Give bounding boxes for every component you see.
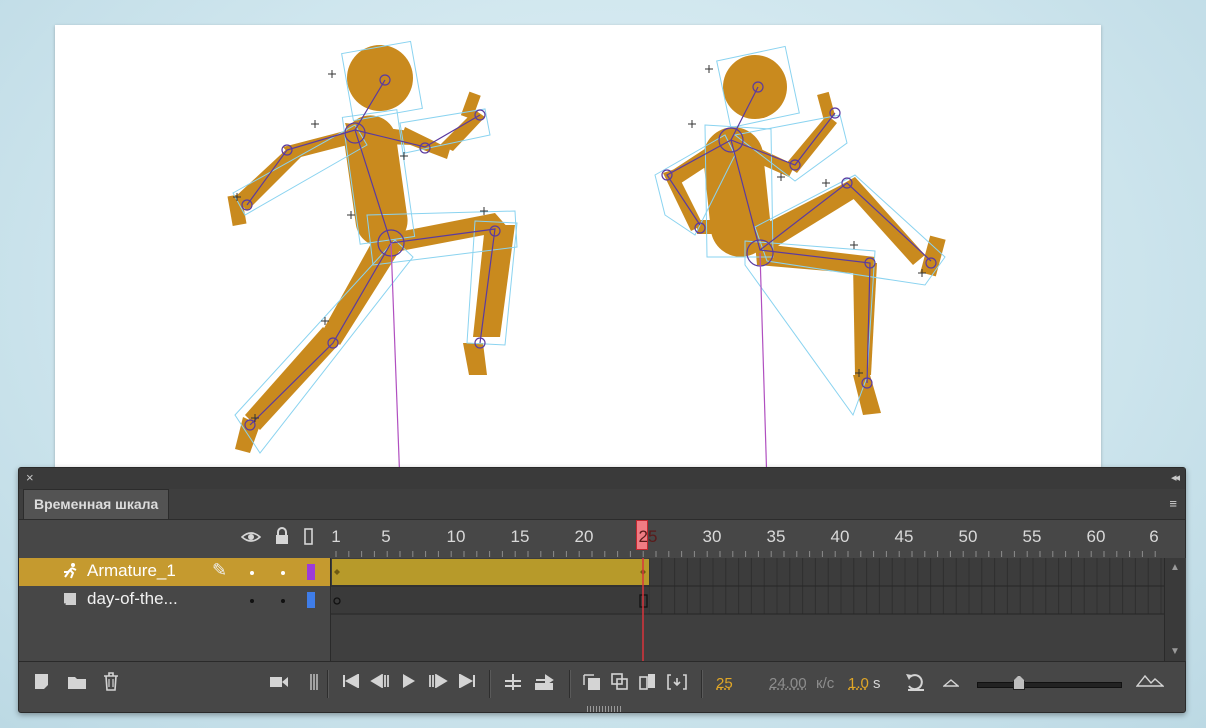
zoom-out-icon[interactable] — [943, 678, 959, 688]
outline-icon[interactable] — [304, 528, 314, 546]
ruler-label: 5 — [381, 527, 391, 546]
scroll-down-icon[interactable]: ▼ — [1170, 646, 1180, 657]
layer-name[interactable]: Armature_1 — [87, 561, 176, 581]
ruler-label: 6 — [1149, 527, 1159, 546]
elapsed-time-unit: s — [873, 675, 881, 692]
panel-titlebar: × ◂◂ — [19, 468, 1185, 490]
ruler-label: 45 — [894, 527, 914, 546]
divider — [489, 670, 491, 698]
frame-ruler[interactable]: 1 5 10 15 20 25 30 35 40 45 50 55 60 6 — [330, 520, 1163, 558]
visibility-dot[interactable] — [250, 571, 254, 575]
onion-skin-icon[interactable] — [582, 673, 602, 691]
zoom-slider-handle[interactable] — [1013, 675, 1025, 690]
new-layer-icon[interactable] — [33, 672, 51, 690]
ruler-label: 1 — [331, 527, 341, 546]
modify-markers-icon[interactable] — [667, 673, 687, 693]
lock-dot[interactable] — [281, 599, 285, 603]
frame-rate-unit: к/с — [816, 675, 835, 692]
layer-depth-icon[interactable] — [309, 673, 319, 691]
frame-rate-field[interactable]: 24.00 — [769, 675, 807, 692]
stage-canvas[interactable] — [55, 25, 1101, 485]
static-layer-span[interactable] — [332, 587, 649, 613]
armature-figures — [227, 40, 946, 485]
timeline-panel: × ◂◂ Временная шкала ≡ 1 5 10 15 20 25 3… — [18, 467, 1186, 713]
go-to-last-frame-icon[interactable] — [458, 674, 476, 688]
divider — [701, 670, 703, 698]
resize-grip[interactable] — [587, 706, 621, 712]
loop-icon[interactable] — [534, 673, 556, 691]
current-frame-field[interactable]: 25 — [716, 675, 733, 692]
layer-row-armature[interactable]: Armature_1 ✎ — [19, 558, 330, 586]
camera-icon[interactable] — [269, 675, 289, 689]
lock-icon[interactable] — [274, 527, 290, 545]
collapse-panel-button[interactable]: ◂◂ — [1171, 471, 1180, 484]
close-panel-button[interactable]: × — [26, 470, 34, 485]
center-frame-icon[interactable] — [503, 673, 523, 691]
play-icon[interactable] — [401, 673, 417, 689]
ruler-label: 30 — [702, 527, 722, 546]
step-forward-icon[interactable] — [428, 674, 448, 688]
layer-page-icon — [64, 593, 76, 605]
new-folder-icon[interactable] — [67, 674, 87, 690]
lock-dot[interactable] — [281, 571, 285, 575]
ruler-label-current: 25 — [638, 527, 658, 546]
layer-row-day-of-the[interactable]: day-of-the... — [19, 586, 330, 614]
ruler-label: 55 — [1022, 527, 1042, 546]
ruler-label: 40 — [830, 527, 850, 546]
ruler-label: 10 — [446, 527, 466, 546]
zoom-slider[interactable] — [977, 682, 1122, 688]
ruler-label: 15 — [510, 527, 530, 546]
panel-menu-icon[interactable]: ≡ — [1169, 496, 1177, 511]
scroll-up-icon[interactable]: ▲ — [1170, 562, 1180, 573]
timeline-toolbar: 25 24.00 к/с 1.0 s — [19, 661, 1185, 706]
pencil-icon: ✎ — [212, 560, 228, 580]
panel-tabs: Временная шкала ≡ — [19, 489, 1185, 520]
armature-runner-icon — [64, 563, 77, 579]
layer-color-swatch[interactable] — [307, 592, 315, 608]
layer-name[interactable]: day-of-the... — [87, 589, 178, 609]
layer-color-swatch[interactable] — [307, 564, 315, 580]
go-to-first-frame-icon[interactable] — [342, 674, 360, 688]
divider — [327, 670, 329, 698]
ruler-label: 60 — [1086, 527, 1106, 546]
frames-grid[interactable] — [330, 558, 1165, 661]
vertical-scrollbar[interactable]: ▲ ▼ — [1164, 558, 1186, 661]
trash-icon[interactable] — [103, 672, 119, 691]
eye-icon[interactable] — [241, 530, 261, 544]
frames-grid-graphics — [331, 558, 1165, 661]
divider — [569, 670, 571, 698]
loop-playback-icon[interactable] — [905, 672, 927, 692]
figure-right-bones — [661, 81, 937, 485]
ruler-label: 35 — [766, 527, 786, 546]
ruler-label: 50 — [958, 527, 978, 546]
edit-multiple-frames-icon[interactable] — [639, 673, 657, 691]
tab-timeline[interactable]: Временная шкала — [23, 489, 170, 519]
step-back-icon[interactable] — [370, 674, 390, 688]
onion-skin-outlines-icon[interactable] — [611, 673, 629, 691]
zoom-in-icon[interactable] — [1136, 674, 1164, 688]
elapsed-time-field[interactable]: 1.0 — [848, 675, 869, 692]
armature-pose-span[interactable] — [332, 559, 649, 585]
ruler-label: 20 — [574, 527, 594, 546]
visibility-dot[interactable] — [250, 599, 254, 603]
